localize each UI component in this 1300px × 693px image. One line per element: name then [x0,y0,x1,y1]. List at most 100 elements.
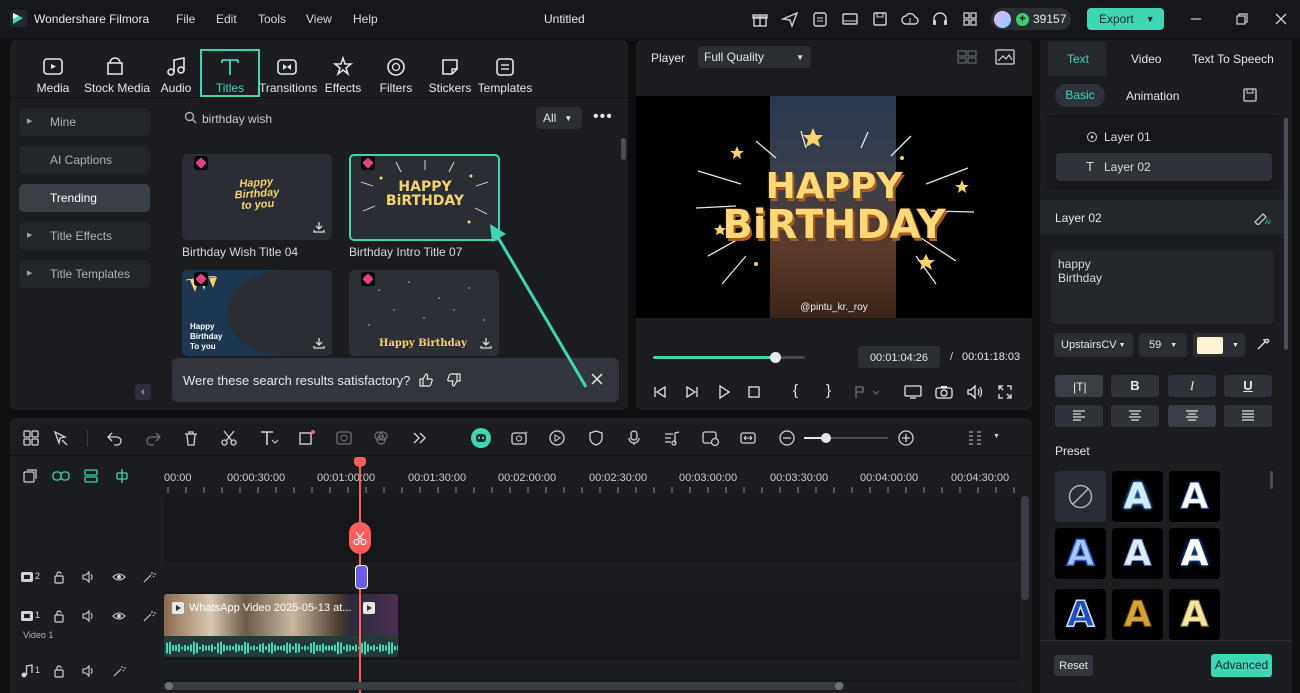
export-button[interactable]: Export ▼ [1087,8,1164,30]
align-center-button[interactable] [1111,405,1159,427]
filter-dropdown[interactable]: All ▼ [536,107,582,129]
download-icon[interactable] [312,336,326,350]
layout-grid-icon[interactable] [22,429,40,447]
zoom-out-icon[interactable] [778,429,796,447]
align-left-button[interactable] [1055,405,1103,427]
font-size-dropdown[interactable]: 59 ▼ [1139,333,1187,357]
gift-icon[interactable] [751,10,769,28]
font-color-picker[interactable]: ▼ [1193,333,1245,357]
playback-progress-track[interactable] [653,356,805,359]
more-options-icon[interactable]: ••• [593,108,613,126]
subtab-animation[interactable]: Animation [1126,89,1179,103]
more-tools-icon[interactable] [410,429,428,447]
subtab-basic[interactable]: Basic [1055,84,1105,107]
preset-outline-blue[interactable]: A [1169,471,1220,522]
title-thumbnail-birthday-intro-07[interactable]: HAPPY BiRTHDAY [349,154,500,241]
title-clip-marker[interactable] [355,565,368,589]
playback-progress-handle[interactable] [769,352,781,363]
zoom-slider-handle[interactable] [821,433,831,443]
microphone-icon[interactable] [625,429,643,447]
menu-help[interactable]: Help [353,12,378,26]
restore-icon[interactable] [1233,10,1251,28]
bold-button[interactable]: B [1111,375,1159,397]
preset-neon-blue[interactable]: A [1169,528,1220,579]
credits-badge[interactable]: + 39157 [991,8,1071,30]
lock-icon[interactable] [52,570,66,584]
title-thumbnail-birthday-banner[interactable]: Happy Birthday To you [182,270,332,356]
speaker-icon[interactable] [82,609,96,623]
menu-view[interactable]: View [306,12,332,26]
magic-wand-icon[interactable] [142,609,156,623]
tab-text[interactable]: Text [1067,52,1089,66]
tool-templates[interactable]: Templates [477,52,533,96]
play-icon[interactable] [716,384,732,400]
menu-file[interactable]: File [176,12,195,26]
record-screen-icon[interactable]: + [510,429,528,447]
text-tool-icon[interactable] [259,429,279,447]
preset-stroke-blue[interactable]: A [1055,528,1106,579]
tool-audio[interactable]: Audio [148,52,204,96]
sidebar-item-trending[interactable]: Trending [19,184,150,212]
redo-icon[interactable] [144,429,162,447]
magic-wand-icon[interactable] [112,664,126,678]
track-layout-icon[interactable] [83,468,99,484]
letter-spacing-button[interactable]: |T| [1055,375,1103,397]
collapse-sidebar-button[interactable]: ‹ [135,384,151,400]
ai-edit-icon[interactable]: AI [1253,209,1271,225]
split-scissors-button[interactable] [349,522,371,554]
eyedropper-icon[interactable] [1256,337,1270,351]
mark-out-icon[interactable]: } [826,382,831,399]
thumbs-up-icon[interactable] [418,372,434,388]
playhead-handle[interactable] [354,457,366,467]
title-thumbnail-birthday-wish-04[interactable]: Happy Birthday to you [182,154,332,240]
magic-wand-icon[interactable] [142,570,156,584]
menu-edit[interactable]: Edit [216,12,237,26]
layer-row-01[interactable]: Layer 01 [1056,123,1272,151]
thumbs-down-icon[interactable] [446,372,462,388]
save-icon[interactable] [871,10,889,28]
tool-stock-media[interactable]: Stock Media [84,52,150,96]
zoom-slider-track[interactable] [804,437,888,439]
delete-icon[interactable] [182,429,200,447]
undo-icon[interactable] [106,429,124,447]
previous-frame-icon[interactable] [652,384,668,400]
sidebar-item-title-effects[interactable]: ▶ Title Effects [19,222,150,250]
cloud-upload-icon[interactable] [901,10,919,28]
menu-tools[interactable]: Tools [258,12,286,26]
volume-icon[interactable] [966,384,984,400]
document-icon[interactable] [811,10,829,28]
download-icon[interactable] [312,220,326,234]
current-time-box[interactable]: 00:01:04:26 [858,346,940,368]
minimize-icon[interactable] [1187,10,1205,28]
marker-icon[interactable] [853,384,881,400]
headset-icon[interactable] [931,10,949,28]
stop-icon[interactable] [746,384,762,400]
sidebar-item-ai-captions[interactable]: AI Captions [19,146,150,174]
property-scrollbar[interactable] [1284,118,1288,350]
video-clip[interactable]: WhatsApp Video 2025-05-13 at... [164,594,398,657]
select-tool-icon[interactable] [52,429,70,447]
sidebar-item-title-templates[interactable]: ▶ Title Templates [19,260,150,288]
preset-gold[interactable]: A [1112,589,1163,640]
justify-button[interactable] [1224,405,1272,427]
eye-icon[interactable] [112,609,126,623]
lock-icon[interactable] [52,609,66,623]
tab-video[interactable]: Video [1131,52,1161,66]
timeline-horizontal-scrollbar[interactable] [164,682,844,690]
preset-scrollbar[interactable] [1270,471,1273,489]
advanced-button[interactable]: Advanced [1211,654,1272,677]
eye-icon[interactable] [112,570,126,584]
send-icon[interactable] [781,10,799,28]
layer-row-02[interactable]: T Layer 02 [1056,153,1272,181]
scissors-icon[interactable] [220,429,238,447]
tool-filters[interactable]: Filters [368,52,424,96]
preset-none[interactable] [1055,471,1106,522]
chevron-down-icon[interactable]: ▼ [993,433,1000,440]
next-frame-icon[interactable] [684,384,700,400]
tool-effects[interactable]: Effects [315,52,371,96]
audio-mix-icon[interactable] [663,429,681,447]
grid-apps-icon[interactable] [961,10,979,28]
title-thumbnail-happy-birthday[interactable]: Happy Birthday [349,270,499,356]
tool-titles[interactable]: Titles [200,49,260,97]
reset-button[interactable]: Reset [1054,655,1093,676]
